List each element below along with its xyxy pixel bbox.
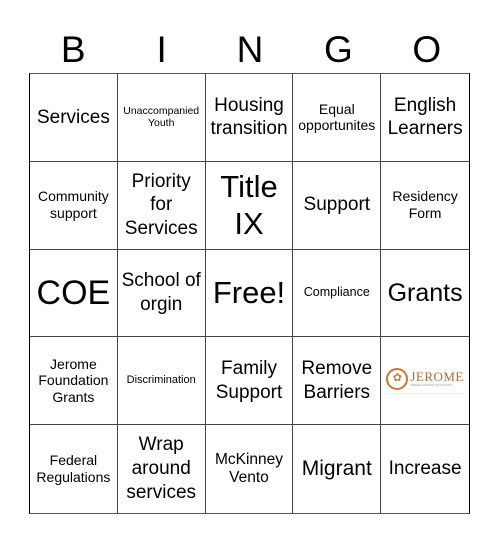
bingo-cell[interactable]: Services [30, 74, 118, 162]
cell-text: Federal Regulations [36, 452, 111, 486]
bingo-grid: Services Unaccompanied Youth Housing tra… [29, 73, 470, 514]
header-letter-n: N [236, 29, 264, 70]
cell-text: Compliance [303, 285, 370, 300]
bingo-cell[interactable]: Discrimination [117, 337, 206, 426]
cell-text: Grants [387, 278, 463, 307]
bingo-cell[interactable]: Remove Barriers [293, 337, 382, 426]
cell-text: Migrant [301, 456, 372, 480]
header-letter-b: B [60, 29, 86, 70]
bingo-cell[interactable]: Compliance [293, 249, 382, 338]
bingo-cell[interactable]: Support [293, 161, 382, 250]
cell-text: Priority for Services [124, 170, 198, 240]
cell-text: Services [36, 106, 110, 128]
bingo-cell[interactable]: Jerome Foundation Grants [30, 337, 118, 426]
cell-text: Support [303, 194, 371, 216]
header-letter-i: I [156, 29, 167, 70]
bingo-cell[interactable]: Family Support [205, 337, 294, 426]
bingo-cell[interactable]: COE [30, 249, 118, 338]
cell-text: Free! [212, 275, 286, 311]
bingo-cell[interactable]: Wrap around services [118, 425, 206, 513]
header-letter-g: G [323, 29, 353, 70]
header-letter-o: O [412, 29, 442, 70]
cell-text: COE [36, 273, 111, 312]
bingo-cell[interactable]: Migrant [293, 425, 382, 513]
cell-text: Remove Barriers [301, 358, 373, 403]
cell-text: Increase [388, 458, 462, 480]
free-space-cell[interactable]: Free! [205, 249, 294, 338]
cell-text: School of orgin [121, 270, 201, 315]
cell-text: McKinney Vento [214, 450, 284, 487]
bingo-cell-logo[interactable]: ✿ JEROME WHERE EXPERT EDUCATION [381, 337, 469, 426]
bingo-cell[interactable]: Community support [30, 161, 118, 250]
lion-crest-icon: ✿ [386, 367, 409, 390]
logo-word: JEROME [410, 369, 464, 385]
cell-text: Wrap around services [126, 434, 197, 503]
bingo-cell[interactable]: Equal opportunites [293, 74, 382, 162]
bingo-cell[interactable]: Increase [381, 425, 469, 513]
cell-text: Community support [38, 188, 109, 222]
bingo-cell[interactable]: Unaccompanied Youth [117, 74, 206, 162]
cell-text: Unaccompanied Youth [123, 104, 200, 130]
bingo-cell[interactable]: Housing transition [205, 74, 294, 162]
bingo-cell[interactable]: English Learners [381, 74, 469, 162]
cell-text: Residency Form [392, 188, 458, 222]
cell-text: Housing transition [210, 94, 288, 140]
bingo-cell[interactable]: Residency Form [381, 162, 469, 250]
bingo-cell[interactable]: Federal Regulations [30, 425, 118, 513]
bingo-cell[interactable]: Priority for Services [117, 161, 206, 250]
bingo-header: B I N G O [29, 28, 471, 72]
cell-text: Family Support [215, 358, 283, 403]
cell-text: Jerome Foundation Grants [38, 355, 109, 406]
cell-text: Discrimination [126, 374, 196, 387]
bingo-cell[interactable]: Title IX [205, 161, 294, 250]
bingo-cell[interactable]: Grants [381, 250, 469, 338]
cell-text: Equal opportunites [298, 100, 376, 134]
cell-text: English Learners [387, 94, 463, 140]
bingo-cell[interactable]: McKinney Vento [206, 425, 294, 513]
bingo-cell[interactable]: School of orgin [117, 249, 206, 338]
cell-text: Title IX [220, 169, 278, 242]
jerome-logo: ✿ JEROME WHERE EXPERT EDUCATION [386, 367, 464, 394]
logo-subtitle: WHERE EXPERT EDUCATION [410, 383, 453, 388]
